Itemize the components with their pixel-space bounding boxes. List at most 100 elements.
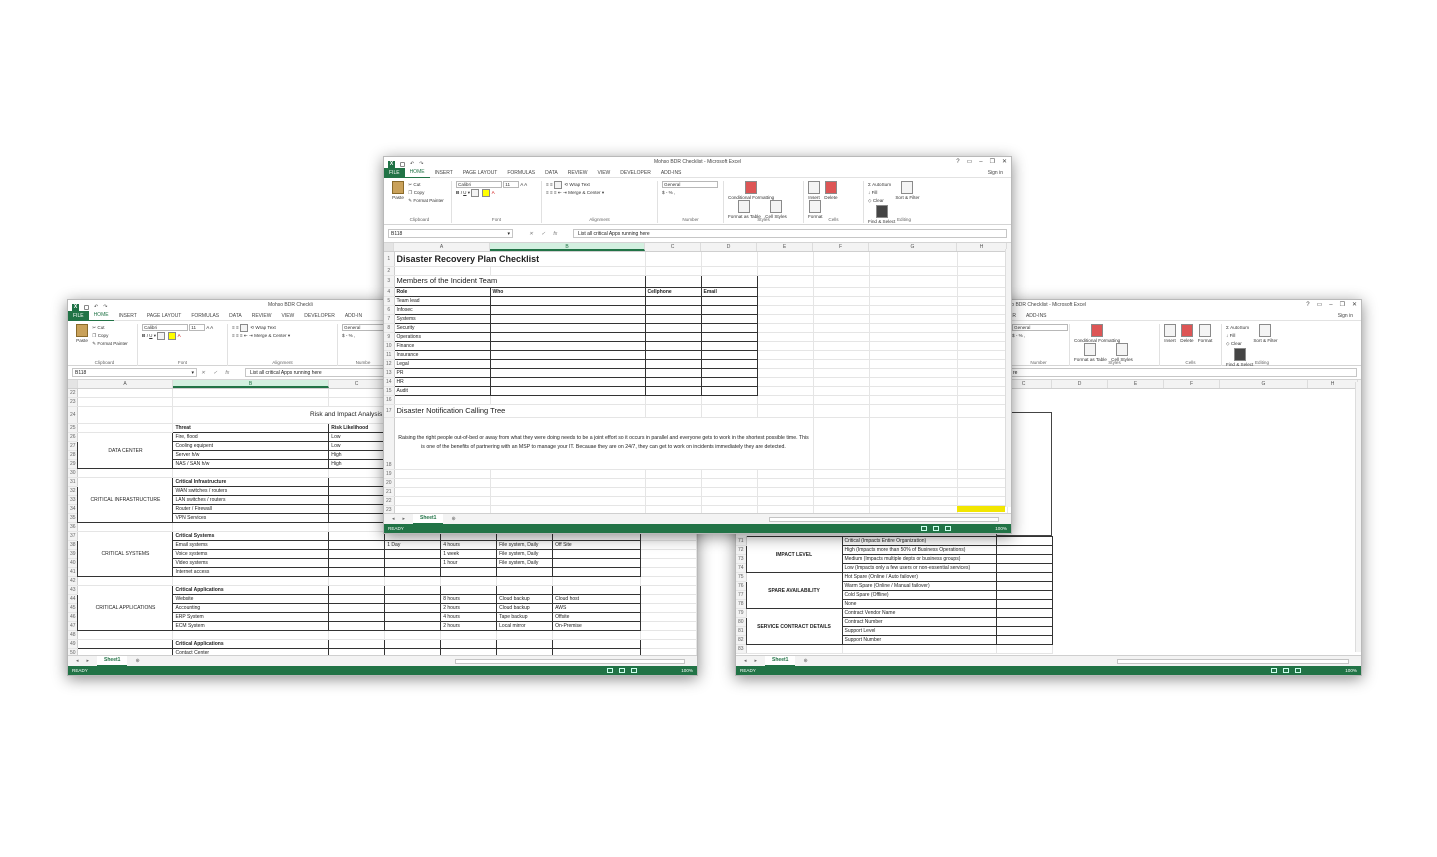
vertical-scrollbar[interactable] [1005, 249, 1011, 507]
font-name-select[interactable]: Calibri [142, 324, 188, 332]
formula-input[interactable]: re [1008, 368, 1357, 377]
font-color-icon[interactable]: A [178, 333, 181, 338]
horizontal-scrollbar[interactable] [455, 659, 685, 664]
horizontal-scrollbar[interactable] [1117, 659, 1349, 664]
cut-button[interactable]: ✂ Cut [92, 324, 128, 332]
close-icon[interactable]: ✕ [1352, 300, 1357, 311]
prev-sheet-icon[interactable]: ◂ [76, 658, 79, 664]
format-painter-button[interactable]: ✎ Format Painter [408, 197, 444, 205]
column-header[interactable]: G [1220, 380, 1308, 388]
insert-cells-icon[interactable] [808, 181, 820, 194]
column-header[interactable]: H [957, 243, 1007, 251]
help-icon[interactable]: ? [1306, 300, 1309, 311]
page-break-icon[interactable] [631, 668, 637, 673]
center-excel-window[interactable]: X ↶ ↷ Mohso BDR Checklist - Microsoft Exce… [383, 156, 1012, 534]
clear-button[interactable]: ◇ Clear [868, 197, 891, 205]
underline-button[interactable]: U [463, 190, 466, 195]
ribbon-display-icon[interactable]: ▭ [967, 157, 973, 168]
fill-button[interactable]: ↓ Fill [868, 189, 891, 197]
page-layout-icon[interactable] [1283, 668, 1289, 673]
bold-button[interactable]: B [456, 190, 459, 195]
autosum-button[interactable]: Σ AutoSum [1226, 324, 1249, 332]
tab-add-ins[interactable]: ADD-INS [656, 168, 687, 178]
minimize-icon[interactable]: – [979, 157, 982, 168]
close-icon[interactable]: ✕ [1002, 157, 1007, 168]
tab-review[interactable]: REVIEW [563, 168, 593, 178]
column-header[interactable]: B [173, 380, 329, 388]
normal-view-icon[interactable] [1271, 668, 1277, 673]
add-sheet-icon[interactable]: ⊕ [135, 658, 139, 664]
border-icon[interactable] [471, 189, 480, 197]
enter-icon[interactable]: ✓ [541, 231, 545, 237]
formula-input[interactable]: List all critical Apps running here [573, 229, 1007, 238]
paste-button[interactable]: Paste [392, 195, 404, 200]
add-sheet-icon[interactable]: ⊕ [451, 516, 455, 522]
conditional-formatting-icon[interactable] [1091, 324, 1104, 337]
ribbon-display-icon[interactable]: ▭ [1317, 300, 1323, 311]
next-sheet-icon[interactable]: ▸ [403, 516, 406, 522]
paste-button[interactable]: Paste [76, 338, 88, 343]
restore-icon[interactable]: ❐ [990, 157, 995, 168]
number-format-select[interactable]: General [662, 181, 718, 189]
column-header[interactable]: F [813, 243, 869, 251]
column-header[interactable]: A [394, 243, 490, 251]
zoom-level[interactable]: 100% [681, 666, 693, 675]
copy-button[interactable]: ❐ Copy [408, 189, 444, 197]
normal-view-icon[interactable] [921, 526, 927, 531]
restore-icon[interactable]: ❐ [1340, 300, 1345, 311]
column-header[interactable]: F [1164, 380, 1220, 388]
delete-cells-icon[interactable] [1180, 324, 1193, 337]
column-header[interactable]: C [329, 380, 385, 388]
column-header[interactable]: E [757, 243, 813, 251]
column-header[interactable]: C [645, 243, 701, 251]
border-icon[interactable] [157, 332, 166, 340]
function-icon[interactable]: fx [553, 231, 557, 237]
column-header[interactable]: G [869, 243, 957, 251]
zoom-level[interactable]: 100% [1345, 666, 1357, 675]
tab-file[interactable]: FILE [68, 310, 89, 321]
column-header[interactable]: D [1052, 380, 1108, 388]
sheet-tab[interactable]: Sheet1 [97, 655, 128, 667]
number-format-select[interactable]: General [1012, 324, 1068, 332]
tab-developer[interactable]: DEVELOPER [299, 311, 340, 321]
column-header[interactable]: A [78, 380, 173, 388]
tab-page-layout[interactable]: PAGE LAYOUT [142, 311, 187, 321]
add-sheet-icon[interactable]: ⊕ [803, 658, 807, 664]
font-name-select[interactable]: Calibri [456, 181, 502, 189]
zoom-level[interactable]: 100% [995, 524, 1007, 533]
tab-insert[interactable]: INSERT [114, 311, 142, 321]
align-icon[interactable] [239, 324, 248, 332]
currency-buttons[interactable]: $ - % , [342, 332, 384, 340]
cut-button[interactable]: ✂ Cut [408, 181, 444, 189]
tab-home[interactable]: HOME [404, 167, 430, 178]
merge-center-button[interactable]: Merge & Center [254, 333, 286, 338]
tab-add-ins[interactable]: ADD-INS [1021, 311, 1052, 321]
autosum-button[interactable]: Σ AutoSum [868, 181, 891, 189]
tab-data[interactable]: DATA [224, 311, 247, 321]
merge-center-button[interactable]: Merge & Center [568, 190, 600, 195]
format-table-icon[interactable] [1084, 343, 1097, 356]
tab-formulas[interactable]: FORMULAS [186, 311, 224, 321]
fill-button[interactable]: ↓ Fill [1226, 332, 1249, 340]
prev-sheet-icon[interactable]: ◂ [392, 516, 395, 522]
select-all[interactable] [68, 380, 78, 388]
minimize-icon[interactable]: – [1329, 300, 1332, 311]
italic-button[interactable]: I [461, 190, 462, 195]
wrap-text-button[interactable]: Wrap Text [569, 182, 590, 187]
function-icon[interactable]: fx [225, 370, 229, 376]
copy-button[interactable]: ❐ Copy [92, 332, 128, 340]
next-sheet-icon[interactable]: ▸ [755, 658, 758, 664]
tab-review[interactable]: REVIEW [247, 311, 277, 321]
page-break-icon[interactable] [945, 526, 951, 531]
sort-filter-icon[interactable] [1259, 324, 1272, 337]
format-cells-icon[interactable] [1199, 324, 1212, 337]
vertical-scrollbar[interactable] [1355, 382, 1361, 652]
sort-filter-icon[interactable] [901, 181, 914, 194]
sign-in-link[interactable]: Sign in [983, 168, 1008, 178]
fill-color-icon[interactable] [481, 189, 490, 197]
clear-button[interactable]: ◇ Clear [1226, 340, 1249, 348]
bold-button[interactable]: B [142, 333, 145, 338]
fill-color-icon[interactable] [167, 332, 176, 340]
paste-icon[interactable] [392, 181, 404, 194]
delete-cells-icon[interactable] [824, 181, 837, 194]
